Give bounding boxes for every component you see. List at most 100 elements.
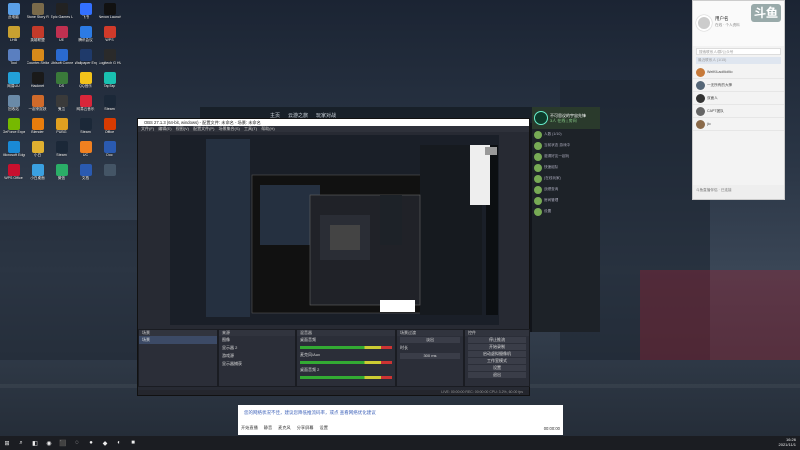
desktop-icon[interactable]: Steam [50,140,73,163]
taskbar-app-icon[interactable]: ◆ [98,436,112,450]
desktop-icon[interactable]: 小白 [26,140,49,163]
taskbar-app-icon[interactable]: ■ [126,436,140,450]
desktop-icon[interactable]: 小白桌面 [26,163,49,186]
taskbar-app-icon[interactable]: ● [84,436,98,450]
desktop-icon[interactable]: WPS [98,25,121,48]
desktop-icon[interactable] [98,163,121,186]
taskbar-app-icon[interactable]: ◐ [112,436,126,450]
desktop-icon[interactable]: Stone Story RPG [26,2,49,25]
obs-window[interactable]: OBS 27.1.3 (64-bit, windows) - 配置文件: 未命名… [137,118,530,396]
settings-button[interactable]: 设置 [468,365,526,371]
scene-item[interactable]: 场景 [139,336,217,344]
desktop-icon[interactable]: Tool [2,48,25,71]
desktop-icon[interactable]: Counter-Strike [26,48,49,71]
source-item[interactable]: 图像 [219,336,295,344]
room-list-item[interactable]: 当前状态 游戏中 [532,140,600,151]
room-list-label: 战绩查询 [544,187,559,191]
obs-menubar[interactable]: 文件(F) 编辑(E) 视图(V) 配置文件(P) 场景集合(S) 工具(T) … [138,126,529,132]
volume-meter[interactable] [300,376,392,379]
desktop-icon[interactable]: Logitech G HUB [98,48,121,71]
share-screen-button[interactable]: 分享屏幕 [297,425,314,431]
desktop-icon[interactable]: Hacknet [26,71,49,94]
volume-meter[interactable] [300,346,392,349]
start-live-button[interactable]: 开始直播 [241,425,258,431]
dialog-settings-button[interactable]: 设置 [320,425,328,431]
transition-type-select[interactable]: 淡出 [400,337,460,343]
avatar [696,80,705,90]
desktop-icon[interactable]: QQ音乐 [74,71,97,94]
desktop-icon[interactable]: GeForce Experience [2,117,25,140]
desktop-icon[interactable]: 鬼泣 [50,94,73,117]
taskbar-app-icon[interactable]: ⌕ [14,436,28,450]
user-status[interactable]: 在线 · 个人资料 [715,23,740,28]
user-avatar[interactable] [696,15,712,31]
contact-item[interactable]: 双面人 [693,92,784,105]
source-item[interactable]: 显示器 2 [219,344,295,352]
desktop-icon[interactable]: UE [50,25,73,48]
room-list-item[interactable]: 快速组队 [532,162,600,173]
desktop-icon[interactable]: WPS Office [2,163,25,186]
taskbar-app-icon[interactable]: ◌ [70,436,84,450]
taskbar-app-icon[interactable]: ⊞ [0,436,14,450]
contact-item[interactable]: WeiKILaoMoMo [693,66,784,79]
network-dialog[interactable]: 您的网络状况不佳，建议您降低推流码率，或点 查看网络优化建议 开始直播 静音 麦… [238,405,563,435]
volume-meter[interactable] [300,361,392,364]
chat-window[interactable]: 用户名 在线 · 个人资料 斗鱼 搜索联系人/群/公众号 最近联系人 (1/15… [692,0,785,200]
stop-stream-button[interactable]: 停止推流 [468,337,526,343]
desktop-icon[interactable]: Doc [98,140,121,163]
desktop-icon[interactable]: Epic Games Launcher [50,2,73,25]
desktop-icon[interactable]: DS [50,71,73,94]
desktop-icon[interactable]: Steam [98,94,121,117]
room-list-item[interactable]: 人数 (1/10) [532,129,600,140]
room-list-item[interactable]: 战绩查询 [532,184,600,195]
contact-item[interactable]: jio [693,118,784,131]
app-icon [31,72,44,84]
contact-search-input[interactable]: 搜索联系人/群/公众号 [696,48,781,55]
desktop-icon[interactable]: 英雄联盟 [26,25,49,48]
app-icon [79,49,92,61]
transition-duration-input[interactable]: 300 ms [400,353,460,359]
desktop-icon[interactable]: Microsoft Edge [2,140,25,163]
desktop-icon[interactable]: Steam [74,117,97,140]
studio-mode-button[interactable]: 工作室模式 [468,358,526,364]
room-list-item[interactable]: 设置 [532,206,600,217]
desktop-icon[interactable]: 网易云音乐 [74,94,97,117]
exit-button[interactable]: 退出 [468,372,526,378]
source-item[interactable]: 游戏源 [219,352,295,360]
contact-item[interactable]: 一无所有的大神 [693,79,784,92]
taskbar-app-icon[interactable]: ◉ [42,436,56,450]
desktop-icon[interactable]: TapTap [98,71,121,94]
desktop-icon[interactable]: 飞书 [74,2,97,25]
taskbar-app-icon[interactable]: ⬛ [56,436,70,450]
desktop-icon[interactable]: UC [74,140,97,163]
desktop-icon[interactable]: 一起来捉妖 [26,94,49,117]
room-list-item[interactable]: 邀请好友一起玩 [532,151,600,162]
desktop-icon[interactable]: Ubisoft Connect [50,48,73,71]
room-list-item[interactable]: 房间管理 [532,195,600,206]
contact-section[interactable]: 最近联系人 (1/15) [696,57,781,64]
source-item[interactable]: 显示器捕获 [219,360,295,368]
contact-item[interactable]: CAPT团队 [693,105,784,118]
desktop-icon[interactable]: 此电脑 [2,2,25,25]
desktop-icon[interactable]: 腾讯会议 [74,25,97,48]
desktop-icon[interactable]: 微信 [50,163,73,186]
desktop-icon[interactable]: 网易UU [2,71,25,94]
desktop-icon[interactable]: Wallpaper Engine [74,48,97,71]
mic-button[interactable]: 麦克风 [278,425,291,431]
obs-preview[interactable] [170,135,499,325]
app-icon [31,95,44,107]
mute-button[interactable]: 静音 [264,425,272,431]
desktop-icon[interactable]: LHB [2,25,25,48]
desktop-icon[interactable]: PUBG [50,117,73,140]
desktop-icon[interactable]: Office [98,117,121,140]
start-recording-button[interactable]: 开始录制 [468,344,526,350]
desktop-icon[interactable]: Blender [26,117,49,140]
room-list-item[interactable]: (在线玩家) [532,173,600,184]
taskbar-app-icon[interactable]: ◧ [28,436,42,450]
app-icon [103,26,116,38]
desktop-icon[interactable]: Nexon Launcher [98,2,121,25]
desktop-icon[interactable]: 回收站 [2,94,25,117]
system-clock[interactable]: 16:26 2021/11/1 [779,437,797,447]
desktop-icon[interactable]: 文档 [74,163,97,186]
virtual-camera-button[interactable]: 启动虚拟摄像机 [468,351,526,357]
